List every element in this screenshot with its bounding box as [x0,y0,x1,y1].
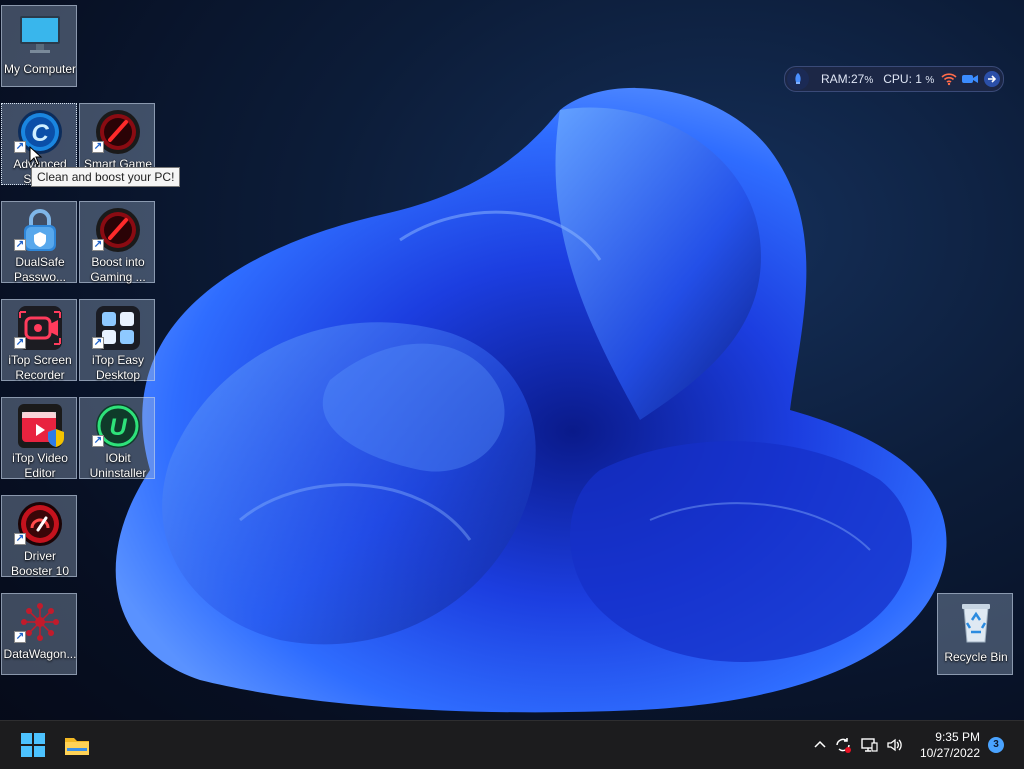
icon-label: Driver Booster 10 [10,549,70,578]
wifi-icon[interactable] [941,72,957,86]
windows-start-icon[interactable] [19,731,47,759]
cpu-label: CPU: [883,72,912,86]
performance-monitor[interactable]: RAM:27% CPU: 1 % [784,66,1004,92]
icon-label: IObit Uninstaller [89,451,147,480]
file-explorer-icon[interactable] [63,731,91,759]
ram-value: 27 [851,72,865,86]
tooltip: Clean and boost your PC! [31,167,181,187]
shortcut-arrow-icon: ↗ [14,631,26,643]
system-tray [812,721,904,769]
desktop-icon-itop-easy-desktop[interactable]: ↗ iTop Easy Desktop [79,299,155,382]
network-icon[interactable] [860,737,878,753]
ram-label: RAM: [821,72,851,86]
shortcut-arrow-icon: ↗ [14,239,26,251]
cpu-readout: CPU: 1 % [883,72,934,86]
notification-badge[interactable]: 3 [988,737,1004,753]
icon-label: iTop Easy Desktop [91,353,145,382]
desktop-icon-iobit-uninstaller[interactable]: U ↗ IObit Uninstaller [79,397,155,480]
clock-date: 10/27/2022 [919,746,980,760]
shortcut-arrow-icon: ↗ [92,337,104,349]
shortcut-arrow-icon: ↗ [14,141,26,153]
video-editor-icon [18,404,64,448]
desktop-icon-driver-booster[interactable]: ↗ Driver Booster 10 [1,495,77,578]
ram-readout: RAM:27% [821,72,873,86]
clock[interactable]: 9:35 PM 10/27/2022 [920,729,980,761]
desktop-icon-dualsafe[interactable]: ↗ DualSafe Passwo... [1,201,77,284]
monitor-icon [20,16,60,53]
icon-label: DataWagon... [3,647,77,661]
sync-icon[interactable] [834,736,852,754]
icon-label: iTop Video Editor [12,451,68,480]
shortcut-arrow-icon: ↗ [92,239,104,251]
icon-label: Recycle Bin [944,650,1008,664]
desktop-icon-itop-screen-recorder[interactable]: ↗ iTop Screen Recorder [1,299,77,382]
shortcut-arrow-icon: ↗ [92,435,104,447]
arrow-right-icon[interactable] [983,70,1001,88]
icon-label: DualSafe Passwo... [13,255,67,284]
svg-text:C: C [31,120,49,147]
svg-text:U: U [109,414,127,441]
clock-time: 9:35 PM [935,730,980,744]
desktop-icon-recycle-bin[interactable]: Recycle Bin [937,593,1013,675]
volume-icon[interactable] [886,737,904,753]
icon-label: Boost into Gaming ... [90,255,146,284]
taskbar: 9:35 PM 10/27/2022 3 [0,720,1024,769]
mouse-cursor-icon [29,146,43,166]
shortcut-arrow-icon: ↗ [14,533,26,545]
rocket-icon[interactable] [787,68,809,90]
icon-label: My Computer [3,62,77,76]
ram-unit: % [864,75,874,86]
desktop-icon-boost-gaming[interactable]: ↗ Boost into Gaming ... [79,201,155,284]
chevron-up-icon[interactable] [812,737,828,753]
shortcut-arrow-icon: ↗ [14,337,26,349]
shortcut-arrow-icon: ↗ [92,141,104,153]
recycle-bin-icon [962,604,990,643]
camera-icon[interactable] [962,73,978,85]
cpu-value: 1 [915,72,922,86]
desktop-icon-itop-video-editor[interactable]: iTop Video Editor [1,397,77,480]
cpu-unit: % [925,75,935,86]
desktop-icon-my-computer[interactable]: My Computer [1,5,77,87]
desktop-icon-datawagon[interactable]: ↗ DataWagon... [1,593,77,675]
icon-label: iTop Screen Recorder [8,353,72,382]
